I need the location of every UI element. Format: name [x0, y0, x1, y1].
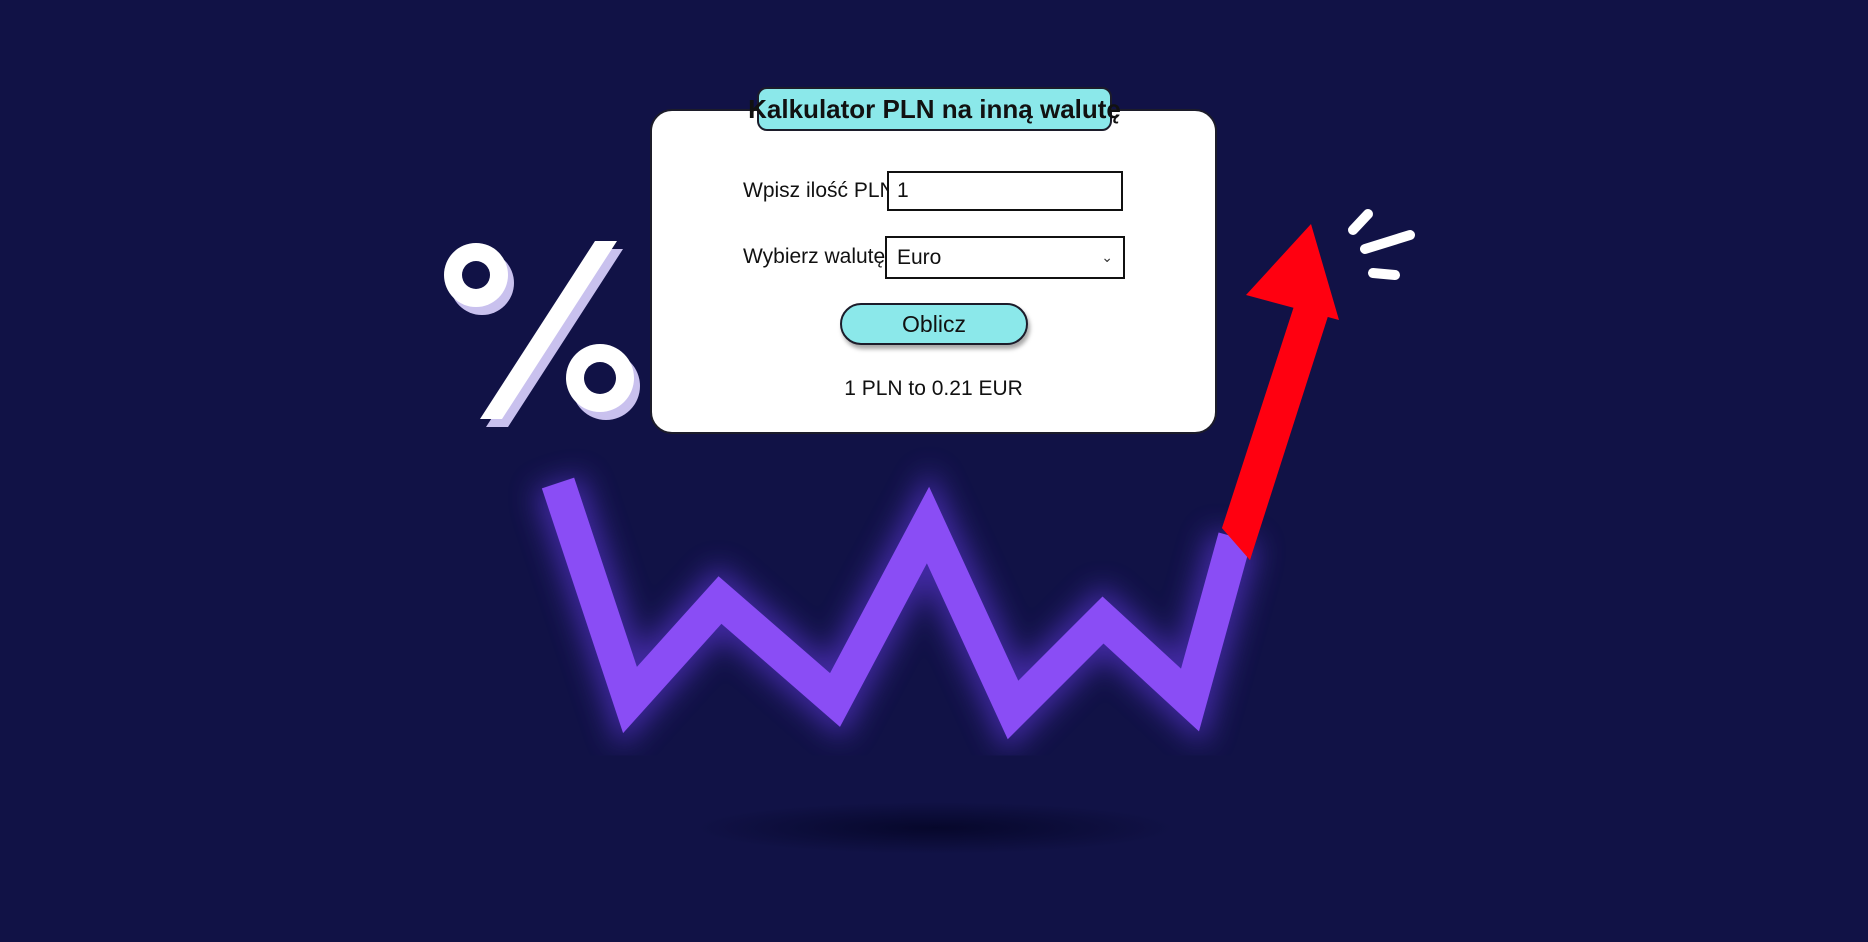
sparkle-lines-icon: [1348, 209, 1415, 280]
page: Kalkulator PLN na inną walutę Wpisz iloś…: [0, 0, 1868, 942]
currency-label: Wybierz walutę: [743, 245, 886, 268]
currency-select-value: Euro: [897, 245, 942, 269]
amount-label: Wpisz ilość PLN: [743, 179, 895, 202]
up-arrow-icon: [1246, 224, 1339, 320]
chevron-down-icon: ⌄: [1101, 249, 1113, 265]
up-arrow-body: [1222, 300, 1330, 560]
calculate-button[interactable]: Oblicz: [840, 303, 1028, 345]
currency-select[interactable]: Euro ⌄: [885, 236, 1125, 279]
calculator-title: Kalkulator PLN na inną walutę: [748, 87, 1121, 131]
percent-icon: [444, 241, 640, 427]
floor-shadow: [695, 802, 1175, 854]
conversion-result: 1 PLN to 0.21 EUR: [844, 377, 1023, 400]
amount-input[interactable]: [887, 171, 1123, 211]
